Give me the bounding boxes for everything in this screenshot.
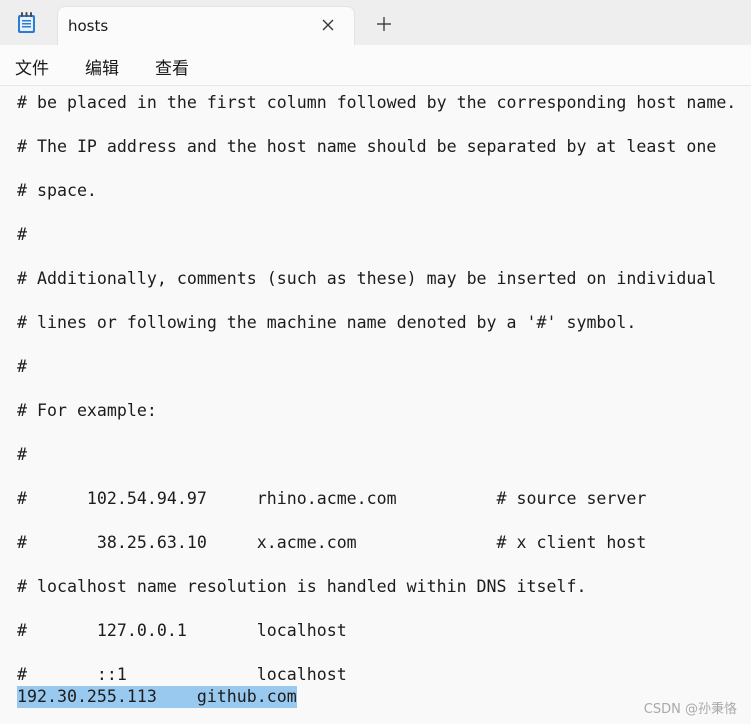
editor-line: # For example: [17, 401, 157, 420]
title-bar: hosts [0, 0, 751, 45]
editor-line: # [17, 357, 27, 376]
watermark: CSDN @孙秉恪 [643, 702, 737, 717]
editor-line: # 38.25.63.10 x.acme.com # x client host [17, 533, 647, 552]
tab-title: hosts [68, 17, 109, 35]
editor-line: # space. [17, 181, 97, 200]
menu-item-edit[interactable]: 编辑 [85, 54, 119, 79]
close-icon[interactable] [320, 17, 336, 33]
editor-line: # The IP address and the host name shoul… [17, 137, 717, 156]
editor-line: # [17, 445, 27, 464]
menu-item-file[interactable]: 文件 [15, 54, 49, 79]
menu-item-view[interactable]: 查看 [155, 54, 189, 79]
editor-line: # lines or following the machine name de… [17, 313, 637, 332]
menu-bar: 文件 编辑 查看 [0, 45, 751, 86]
tab-hosts[interactable]: hosts [57, 6, 355, 45]
editor-line: # 102.54.94.97 rhino.acme.com # source s… [17, 489, 647, 508]
editor-line: # Additionally, comments (such as these)… [17, 269, 717, 288]
selected-editor-line[interactable]: 192.30.255.113 github.com [17, 687, 297, 707]
editor-line: # [17, 225, 27, 244]
new-tab-plus-icon[interactable] [374, 14, 394, 34]
editor-line: # 127.0.0.1 localhost [17, 621, 347, 640]
notepad-icon [18, 12, 35, 33]
editor-line: # localhost name resolution is handled w… [17, 577, 587, 596]
editor-line: # be placed in the first column followed… [17, 93, 737, 112]
editor-line: # ::1 localhost [17, 665, 347, 684]
